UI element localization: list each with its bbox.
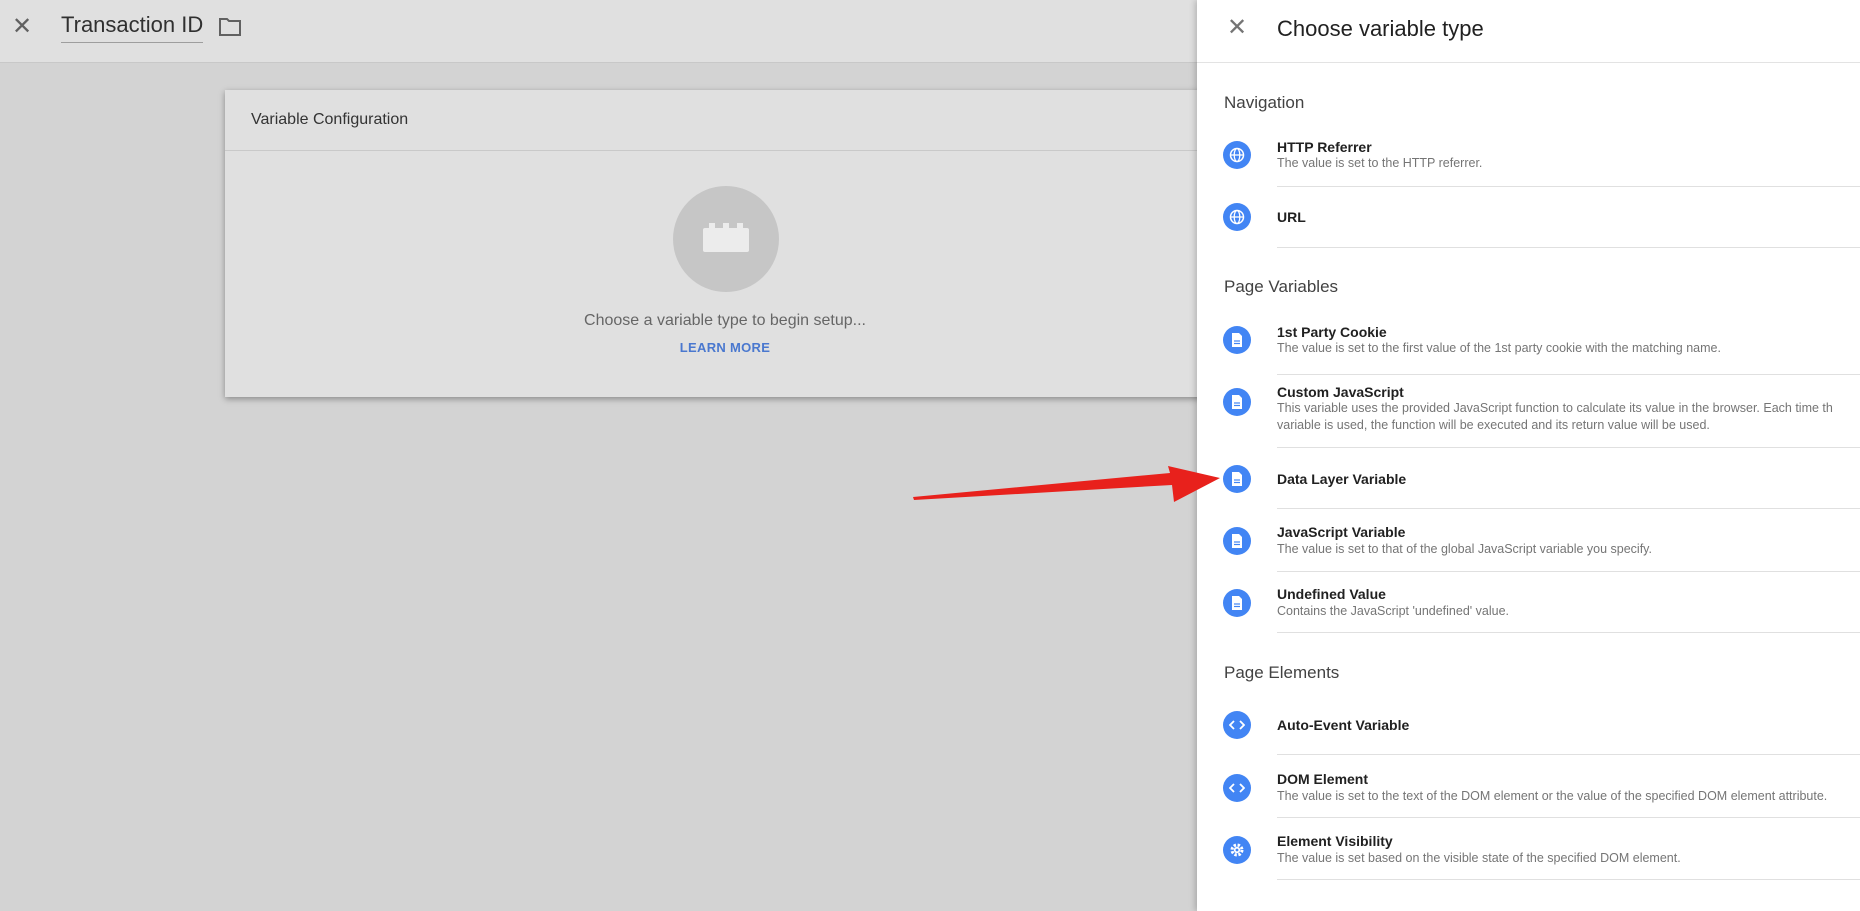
document-icon [1223,589,1251,617]
document-icon [1223,326,1251,354]
folder-icon[interactable] [218,17,242,37]
setup-hint: Choose a variable type to begin setup... [584,312,866,329]
item-name: Custom JavaScript [1277,384,1404,400]
variable-type-javascript-variable[interactable]: JavaScript Variable The value is set to … [1197,522,1860,572]
section-page-variables: Page Variables [1224,277,1339,296]
item-description: This variable uses the provided JavaScri… [1277,401,1833,415]
item-name: DOM Element [1277,771,1369,787]
variable-type-custom-javascript[interactable]: Custom JavaScript This variable uses the… [1197,380,1860,448]
globe-icon [1223,203,1251,231]
panel-title: Choose variable type [1277,16,1484,41]
item-description: The value is set to that of the global J… [1277,542,1652,556]
item-description: The value is set to the first value of t… [1277,341,1721,355]
document-icon [1223,527,1251,555]
gear-icon [1223,836,1251,864]
variable-name-title[interactable]: Transaction ID [61,12,204,43]
variable-type-1st-party-cookie[interactable]: 1st Party Cookie The value is set to the… [1197,318,1860,378]
code-icon [1223,774,1251,802]
item-name: Data Layer Variable [1277,471,1407,487]
item-description: The value is set based on the visible st… [1277,851,1681,865]
lego-brick-icon[interactable] [673,186,779,292]
variable-configuration-card[interactable]: Variable Configuration Choose a variable… [225,90,1225,397]
close-icon[interactable]: ✕ [10,15,34,39]
close-icon[interactable]: ✕ [1225,16,1249,40]
section-page-elements: Page Elements [1224,663,1340,682]
item-description: The value is set to the text of the DOM … [1277,789,1828,803]
item-name: Auto-Event Variable [1277,717,1410,733]
item-name: Element Visibility [1277,833,1393,849]
globe-icon [1223,141,1251,169]
code-icon [1223,711,1251,739]
item-name: URL [1277,209,1306,225]
item-name: 1st Party Cookie [1277,324,1387,340]
variable-type-undefined-value[interactable]: Undefined Value Contains the JavaScript … [1197,584,1860,634]
red-arrow [913,466,1220,502]
variable-type-url[interactable]: URL [1197,188,1860,248]
variable-type-auto-event-variable[interactable]: Auto-Event Variable [1197,708,1860,756]
item-name: HTTP Referrer [1277,139,1372,155]
panel-header: ✕ Choose variable type [1197,0,1860,63]
document-icon [1223,388,1251,416]
section-navigation: Navigation [1224,93,1305,112]
learn-more-link[interactable]: LEARN MORE [225,340,1225,355]
item-name: JavaScript Variable [1277,524,1406,540]
choose-variable-type-panel: ✕ Choose variable type Navigation HTTP R… [1197,0,1860,911]
variable-type-dom-element[interactable]: DOM Element The value is set to the text… [1197,769,1860,819]
item-description: The value is set to the HTTP referrer. [1277,156,1483,170]
item-name: Undefined Value [1277,586,1386,602]
variable-type-http-referrer[interactable]: HTTP Referrer The value is set to the HT… [1197,133,1860,188]
variable-type-data-layer-variable[interactable]: Data Layer Variable [1197,448,1860,509]
item-description: Contains the JavaScript 'undefined' valu… [1277,604,1510,618]
variable-type-element-visibility[interactable]: Element Visibility The value is set base… [1197,831,1860,881]
card-title: Variable Configuration [225,90,1225,151]
item-description-line-2: variable is used, the function will be e… [1277,418,1710,432]
